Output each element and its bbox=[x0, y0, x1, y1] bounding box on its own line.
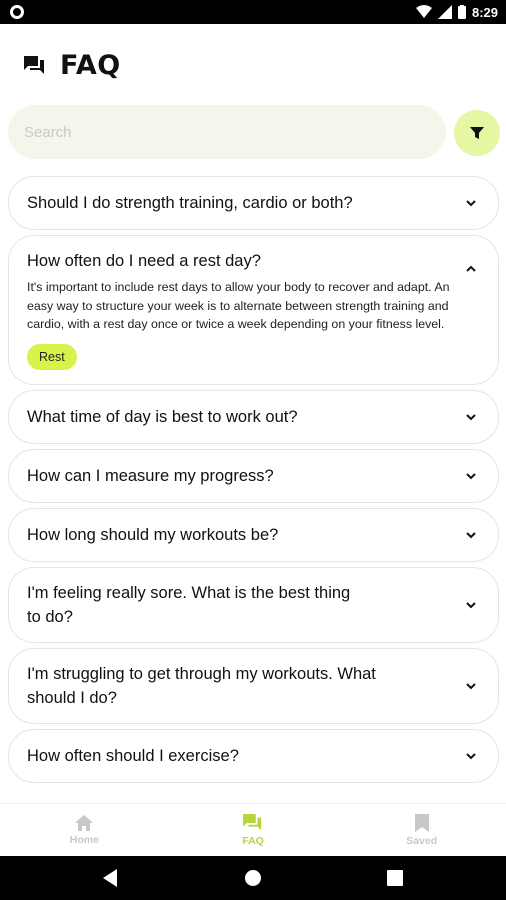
faq-item[interactable]: I'm feeling really sore. What is the bes… bbox=[8, 566, 499, 643]
faq-list: Should I do strength training, cardio or… bbox=[8, 176, 499, 788]
chevron-down-icon bbox=[466, 602, 476, 609]
nav-saved[interactable]: Saved bbox=[337, 804, 506, 856]
status-time: 8:29 bbox=[471, 4, 498, 20]
nav-saved-label: Saved bbox=[406, 834, 438, 847]
nav-faq-label: FAQ bbox=[242, 834, 264, 847]
faq-question: Should I do strength training, cardio or… bbox=[27, 194, 353, 212]
chevron-up-icon[interactable] bbox=[464, 262, 478, 276]
filter-button[interactable] bbox=[454, 110, 500, 156]
faq-question: I'm struggling to get through my workout… bbox=[27, 664, 376, 707]
bottom-navigation: Home FAQ Saved bbox=[0, 803, 506, 856]
back-icon[interactable] bbox=[102, 869, 119, 887]
search-input[interactable] bbox=[24, 123, 446, 141]
nav-home[interactable]: Home bbox=[0, 804, 169, 856]
status-right: 8:29 bbox=[415, 4, 498, 20]
faq-item[interactable]: How often should I exercise? bbox=[8, 728, 499, 783]
nav-home-label: Home bbox=[69, 833, 99, 846]
faq-item[interactable]: Should I do strength training, cardio or… bbox=[8, 176, 499, 230]
faq-item[interactable]: I'm struggling to get through my workout… bbox=[8, 647, 499, 724]
chevron-down-icon bbox=[466, 200, 476, 207]
home-icon bbox=[75, 814, 94, 831]
faq-chat-icon bbox=[243, 813, 262, 830]
bookmark-icon bbox=[414, 813, 429, 832]
chevron-down-icon bbox=[466, 753, 476, 760]
status-bar: 8:29 bbox=[0, 0, 506, 24]
filter-icon bbox=[470, 127, 484, 139]
wifi-icon bbox=[415, 5, 432, 18]
notification-icon bbox=[10, 5, 24, 19]
system-navigation-bar bbox=[0, 856, 506, 900]
faq-tag[interactable]: Rest bbox=[27, 343, 77, 370]
faq-question: How long should my workouts be? bbox=[27, 525, 279, 544]
faq-question: How often should I exercise? bbox=[27, 746, 239, 765]
faq-item[interactable]: How long should my workouts be? bbox=[8, 507, 499, 562]
faq-item-expanded[interactable]: How often do I need a rest day? It's imp… bbox=[8, 235, 499, 385]
faq-question: What time of day is best to work out? bbox=[27, 407, 298, 426]
search-bar bbox=[8, 105, 446, 159]
signal-icon bbox=[437, 5, 452, 19]
chevron-down-icon bbox=[466, 683, 476, 690]
faq-chat-icon bbox=[24, 55, 44, 74]
chevron-down-icon bbox=[466, 414, 476, 421]
faq-answer: It's important to include rest days to a… bbox=[27, 280, 450, 332]
chevron-down-icon bbox=[466, 473, 476, 480]
chevron-down-icon bbox=[466, 532, 476, 539]
home-circle-icon[interactable] bbox=[244, 869, 262, 887]
page-header: FAQ bbox=[24, 50, 121, 81]
recents-icon[interactable] bbox=[387, 870, 404, 886]
battery-icon bbox=[457, 5, 466, 19]
faq-item[interactable]: How can I measure my progress? bbox=[8, 448, 499, 503]
nav-faq[interactable]: FAQ bbox=[169, 804, 338, 856]
faq-question: I'm feeling really sore. What is the bes… bbox=[27, 583, 351, 626]
faq-question: How often do I need a rest day? bbox=[27, 252, 261, 270]
page-title: FAQ bbox=[60, 50, 121, 81]
faq-question: How can I measure my progress? bbox=[27, 466, 274, 485]
faq-item[interactable]: What time of day is best to work out? bbox=[8, 389, 499, 444]
